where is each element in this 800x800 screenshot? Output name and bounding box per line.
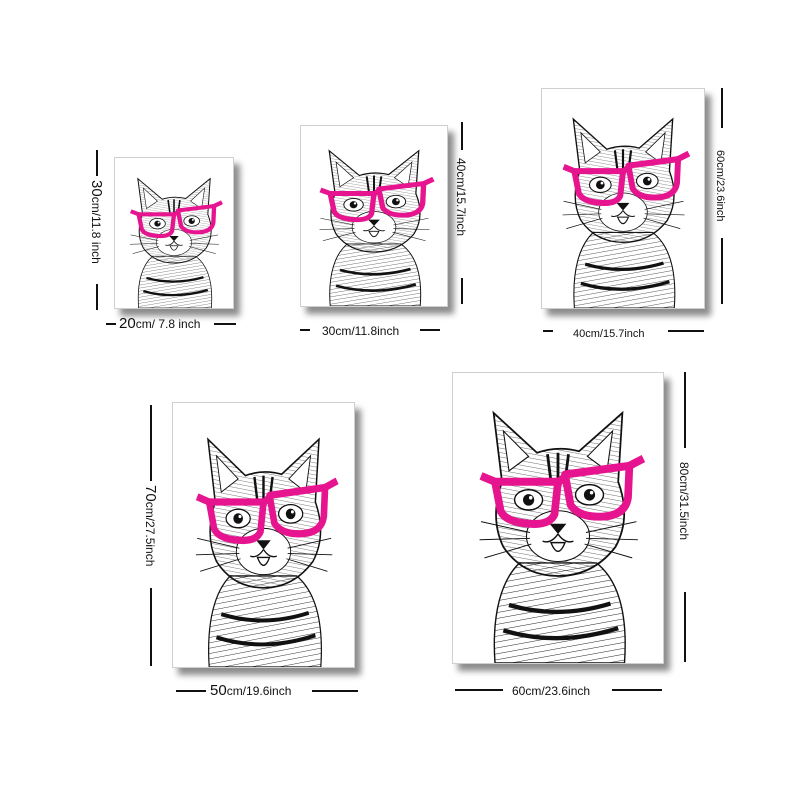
height-dimension-line [721,238,723,304]
height-value: 30 [88,180,105,197]
height-dimension-line [461,122,463,150]
size-chart-canvas: 20cm/ 7.8 inch 30cm/11.8 inch 30cm/11.8i… [0,0,800,800]
canvas-print-extra-large [452,372,664,664]
height-dimension-line [461,278,463,304]
cat-illustration [173,403,354,667]
width-value: 50 [210,682,227,699]
height-label: 70cm/27.5inch [142,485,159,567]
width-dimension-line [300,329,310,331]
width-dimension-line [106,323,116,325]
width-unit: cm/19.6inch [226,684,292,698]
width-label: 20cm/ 7.8 inch [119,316,200,331]
width-unit: 30cm/11.8inch [322,324,400,338]
width-dimension-line [176,690,206,692]
cat-illustration [115,158,233,308]
canvas-print-medium [541,88,705,309]
width-dimension-line [312,690,358,692]
width-unit: 40cm/15.7inch [573,328,645,340]
cat-illustration [542,89,704,308]
canvas-print-small [114,157,234,309]
height-dimension-line [684,592,686,662]
height-label: 30cm/11.8 inch [88,180,105,264]
cat-illustration [301,126,447,306]
height-dimension-line [150,588,152,666]
height-label: 60cm/23.6inch [714,150,729,222]
height-unit: cm/27.5inch [143,501,157,567]
height-dimension-line [96,284,98,310]
height-label: 40cm/15.7inch [454,158,469,236]
height-unit: cm/11.8 inch [89,196,103,264]
height-value: 70 [142,485,159,502]
height-dimension-line [684,372,686,448]
cat-illustration [453,373,663,663]
height-dimension-line [150,405,152,481]
width-dimension-line [668,330,704,332]
width-label: 60cm/23.6inch [512,683,590,698]
height-unit: 60cm/23.6inch [714,150,726,222]
height-label: 80cm/31.5inch [677,462,692,540]
height-dimension-line [96,150,98,176]
width-dimension-line [455,689,503,691]
width-label: 50cm/19.6inch [210,683,291,698]
width-value: 20 [119,315,136,332]
width-dimension-line [543,330,553,332]
height-unit: 40cm/15.7inch [454,158,468,237]
width-dimension-line [420,329,440,331]
width-dimension-line [214,323,236,325]
width-label: 40cm/15.7inch [573,325,645,340]
width-unit: 60cm/23.6inch [512,684,591,698]
width-unit: cm/ 7.8 inch [135,317,201,331]
canvas-print-large [172,402,355,668]
height-dimension-line [721,88,723,128]
width-dimension-line [612,689,662,691]
width-label: 30cm/11.8inch [322,323,399,338]
height-unit: 80cm/31.5inch [677,462,691,541]
canvas-print-medium-small [300,125,448,307]
